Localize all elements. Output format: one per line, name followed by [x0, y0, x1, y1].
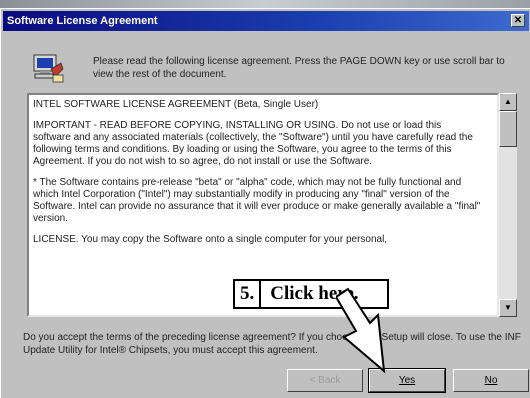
title-bar: Software License Agreement ✕	[3, 11, 529, 31]
scroll-down-arrow-icon: ▼	[504, 303, 512, 312]
license-heading: INTEL SOFTWARE LICENSE AGREEMENT (Beta, …	[33, 99, 319, 110]
close-button[interactable]: ✕	[511, 14, 525, 27]
no-button[interactable]: No	[453, 369, 529, 392]
desktop-strip	[0, 0, 530, 8]
callout-step-number: 5.	[235, 281, 262, 307]
dialog-title: Software License Agreement	[7, 15, 158, 27]
license-beta-paragraph: * The Software contains pre-release "bet…	[33, 177, 481, 224]
pointer-arrow-icon	[336, 287, 386, 374]
setup-computer-icon	[33, 54, 64, 83]
license-scrollbar[interactable]: ▲ ▼	[499, 93, 517, 317]
no-button-label: No	[484, 375, 498, 386]
back-button-label: < Back	[309, 375, 341, 386]
close-icon: ✕	[513, 15, 523, 26]
scroll-thumb[interactable]	[499, 111, 517, 147]
scroll-down-button[interactable]: ▼	[499, 299, 517, 317]
scroll-up-arrow-icon: ▲	[504, 97, 512, 106]
accept-question: Do you accept the terms of the preceding…	[23, 332, 521, 356]
license-text: INTEL SOFTWARE LICENSE AGREEMENT (Beta, …	[33, 99, 481, 255]
license-grant-paragraph: LICENSE. You may copy the Software onto …	[33, 234, 388, 245]
intro-instructions: Please read the following license agreem…	[93, 56, 505, 80]
license-dialog: Software License Agreement ✕ Please read…	[0, 8, 530, 398]
license-important-paragraph: IMPORTANT - READ BEFORE COPYING, INSTALL…	[33, 120, 473, 167]
scroll-up-button[interactable]: ▲	[499, 93, 517, 111]
yes-button-label: Yes	[398, 375, 416, 386]
